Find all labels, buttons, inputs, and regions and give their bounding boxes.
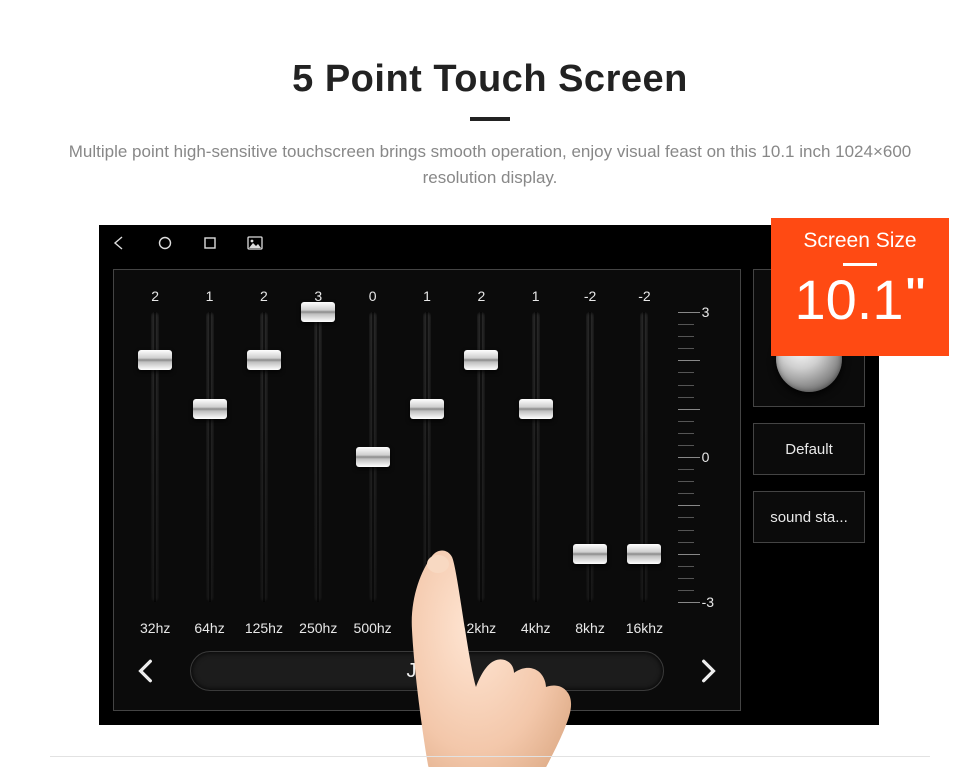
eq-slider[interactable] <box>345 312 399 602</box>
eq-freq-label: 64hz <box>182 620 236 636</box>
slider-knob[interactable] <box>301 302 335 322</box>
eq-value: 2 <box>454 288 508 304</box>
slider-knob[interactable] <box>193 399 227 419</box>
eq-freq-label: 2khz <box>454 620 508 636</box>
eq-slider[interactable] <box>128 312 182 602</box>
badge-label: Screen Size <box>772 229 948 253</box>
default-button-label: Default <box>785 441 833 458</box>
slider-knob[interactable] <box>519 399 553 419</box>
eq-freq-label: 250hz <box>291 620 345 636</box>
device-screenshot: 2 1 2 3 0 1 2 1 -2 -2 30-3 32hz <box>99 225 879 725</box>
preset-label: Jazz <box>406 660 447 683</box>
default-button[interactable]: Default <box>753 423 865 475</box>
eq-tracks: 30-3 <box>128 308 726 612</box>
footer-divider <box>50 756 930 757</box>
eq-value: 1 <box>509 288 563 304</box>
master-scale-label: -3 <box>702 594 714 610</box>
eq-value-row: 2 1 2 3 0 1 2 1 -2 -2 <box>128 284 726 308</box>
preset-select[interactable]: Jazz <box>190 651 664 691</box>
eq-freq-label: 4khz <box>509 620 563 636</box>
eq-freq-label: 1khz <box>400 620 454 636</box>
eq-freq-label: 16khz <box>617 620 671 636</box>
eq-value: 2 <box>128 288 182 304</box>
eq-value: -2 <box>617 288 671 304</box>
slider-knob[interactable] <box>247 350 281 370</box>
eq-freq-label: 32hz <box>128 620 182 636</box>
slider-knob[interactable] <box>356 447 390 467</box>
slider-knob[interactable] <box>573 544 607 564</box>
master-scale: 30-3 <box>672 312 726 602</box>
badge-value-number: 10.1 <box>795 272 904 328</box>
eq-value: -2 <box>563 288 617 304</box>
slider-knob[interactable] <box>410 399 444 419</box>
eq-freq-row: 32hz 64hz 125hz 250hz 500hz 1khz 2khz 4k… <box>128 616 726 640</box>
recent-icon[interactable] <box>203 236 217 250</box>
preset-next-button[interactable] <box>690 653 726 689</box>
eq-freq-label: 8khz <box>563 620 617 636</box>
slider-knob[interactable] <box>464 350 498 370</box>
soundstage-button-label: sound sta... <box>770 509 848 526</box>
eq-slider[interactable] <box>291 312 345 602</box>
back-icon[interactable] <box>111 235 127 251</box>
eq-value: 1 <box>400 288 454 304</box>
preset-row: Jazz <box>128 646 726 696</box>
eq-slider[interactable] <box>182 312 236 602</box>
eq-value: 1 <box>182 288 236 304</box>
eq-slider[interactable] <box>237 312 291 602</box>
eq-value: 0 <box>345 288 399 304</box>
eq-slider[interactable] <box>617 312 671 602</box>
badge-value-unit: '' <box>904 272 926 314</box>
picture-icon[interactable] <box>247 236 263 250</box>
master-scale-label: 0 <box>702 449 710 465</box>
eq-slider[interactable] <box>454 312 508 602</box>
eq-slider[interactable] <box>509 312 563 602</box>
system-bar <box>99 225 879 261</box>
equalizer-panel: 2 1 2 3 0 1 2 1 -2 -2 30-3 32hz <box>113 269 741 711</box>
master-scale-label: 3 <box>702 304 710 320</box>
soundstage-button[interactable]: sound sta... <box>753 491 865 543</box>
slider-knob[interactable] <box>138 350 172 370</box>
eq-slider[interactable] <box>563 312 617 602</box>
eq-freq-label: 125hz <box>237 620 291 636</box>
page-title: 5 Point Touch Screen <box>0 58 980 101</box>
slider-knob[interactable] <box>627 544 661 564</box>
eq-freq-label: 500hz <box>345 620 399 636</box>
title-rule <box>470 117 510 121</box>
home-icon[interactable] <box>157 235 173 251</box>
eq-value: 2 <box>237 288 291 304</box>
page-subtitle: Multiple point high-sensitive touchscree… <box>50 139 930 192</box>
screen-size-badge: Screen Size 10.1'' <box>771 218 949 356</box>
eq-slider[interactable] <box>400 312 454 602</box>
badge-value: 10.1'' <box>795 272 926 328</box>
preset-prev-button[interactable] <box>128 653 164 689</box>
badge-rule <box>843 263 877 266</box>
